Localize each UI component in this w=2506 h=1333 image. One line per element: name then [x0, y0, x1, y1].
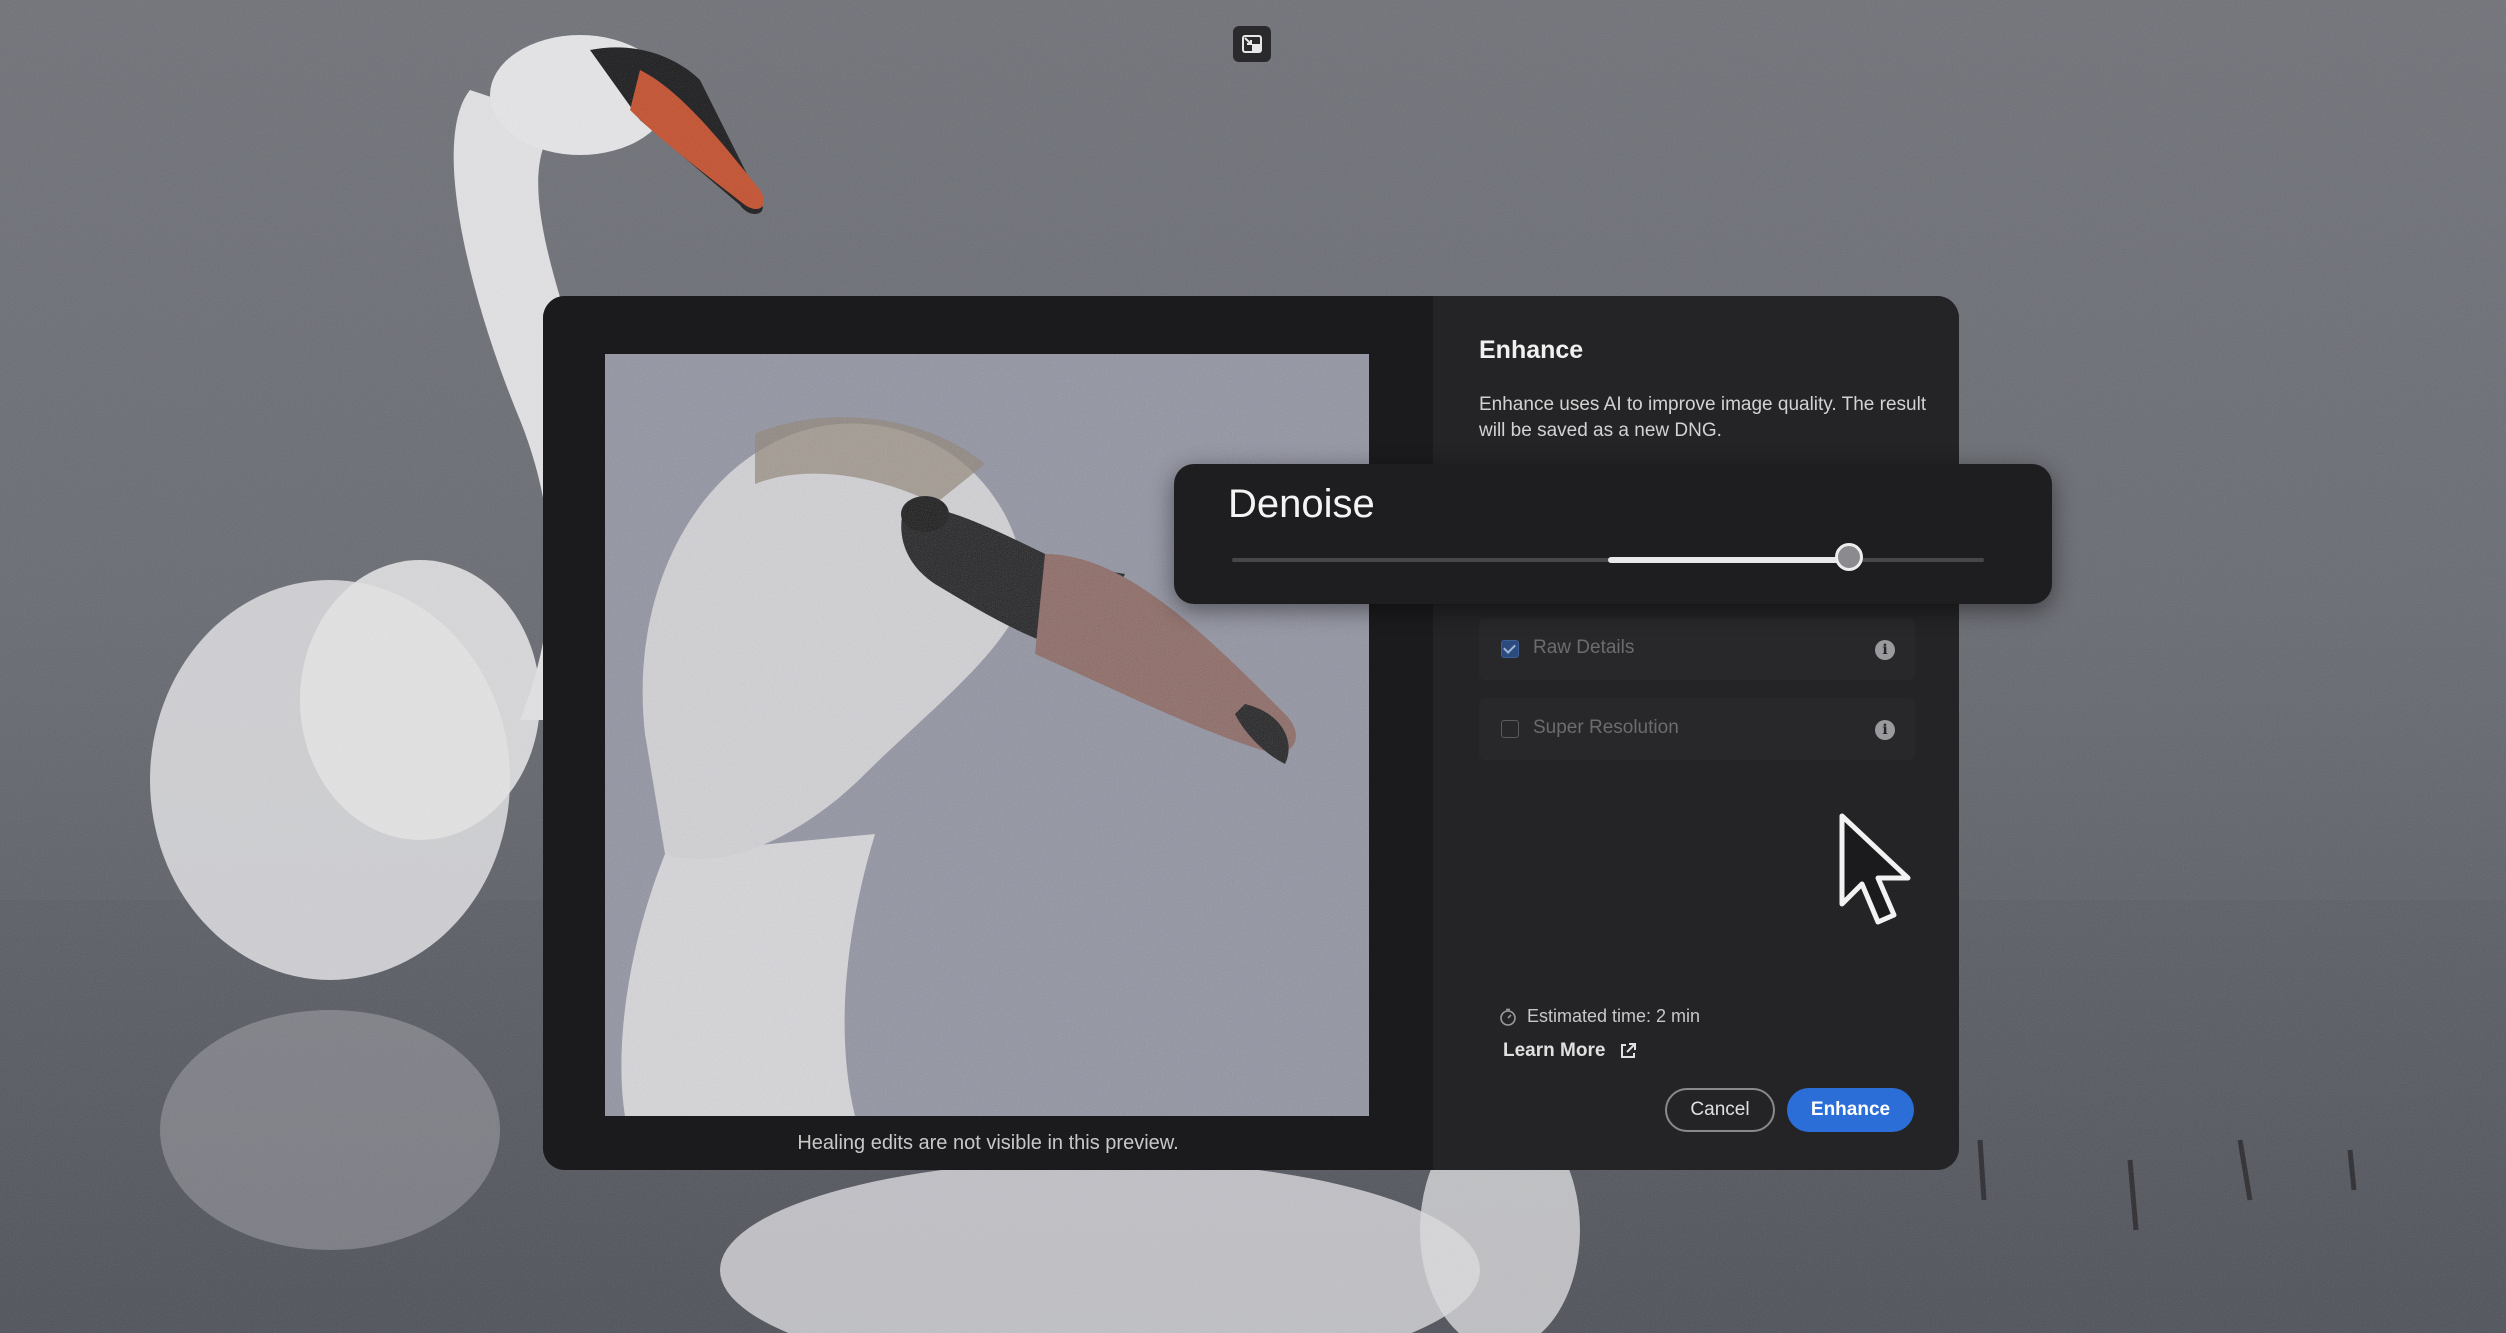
preview-caption: Healing edits are not visible in this pr…	[797, 1132, 1179, 1154]
dialog-title: Enhance	[1479, 336, 1584, 364]
enhance-button[interactable]: Enhance	[1787, 1088, 1914, 1132]
cancel-button[interactable]: Cancel	[1665, 1088, 1775, 1132]
exit-fullscreen-icon	[1242, 35, 1262, 53]
raw-details-checkbox[interactable]	[1501, 640, 1519, 658]
external-link-icon	[1621, 1043, 1637, 1058]
estimated-time: Estimated time: 2 min	[1499, 1006, 1700, 1027]
exit-fullscreen-button[interactable]	[1233, 26, 1271, 62]
preview-pane: Healing edits are not visible in this pr…	[543, 296, 1433, 1170]
app-stage: Healing edits are not visible in this pr…	[0, 0, 2506, 1333]
info-icon[interactable]: i	[1875, 720, 1895, 740]
estimated-time-text: Estimated time: 2 min	[1527, 1006, 1701, 1026]
info-icon[interactable]: i	[1875, 640, 1895, 660]
timer-icon	[1500, 1008, 1516, 1026]
option-super-resolution[interactable]: Super Resolution i	[1479, 698, 1915, 760]
enhance-options-pane: Enhance Enhance uses AI to improve image…	[1433, 296, 1959, 1170]
denoise-label: Denoise	[1228, 482, 1375, 526]
mouse-pointer-icon	[1839, 813, 1911, 925]
denoise-panel: Denoise	[1174, 464, 2052, 604]
denoise-slider-thumb[interactable]	[1834, 543, 1863, 571]
enhance-dialog: Healing edits are not visible in this pr…	[543, 296, 1959, 1170]
super-resolution-checkbox[interactable]	[1501, 720, 1519, 738]
raw-details-label: Raw Details	[1533, 637, 1635, 658]
slider-active-range	[1608, 557, 1849, 563]
learn-more-link[interactable]: Learn More	[1503, 1040, 1637, 1062]
option-raw-details[interactable]: Raw Details i	[1479, 618, 1915, 680]
dialog-description: Enhance uses AI to improve image quality…	[1479, 394, 1927, 441]
denoise-slider[interactable]	[1232, 543, 1984, 571]
super-resolution-label: Super Resolution	[1533, 717, 1679, 738]
learn-more-label: Learn More	[1503, 1040, 1606, 1061]
